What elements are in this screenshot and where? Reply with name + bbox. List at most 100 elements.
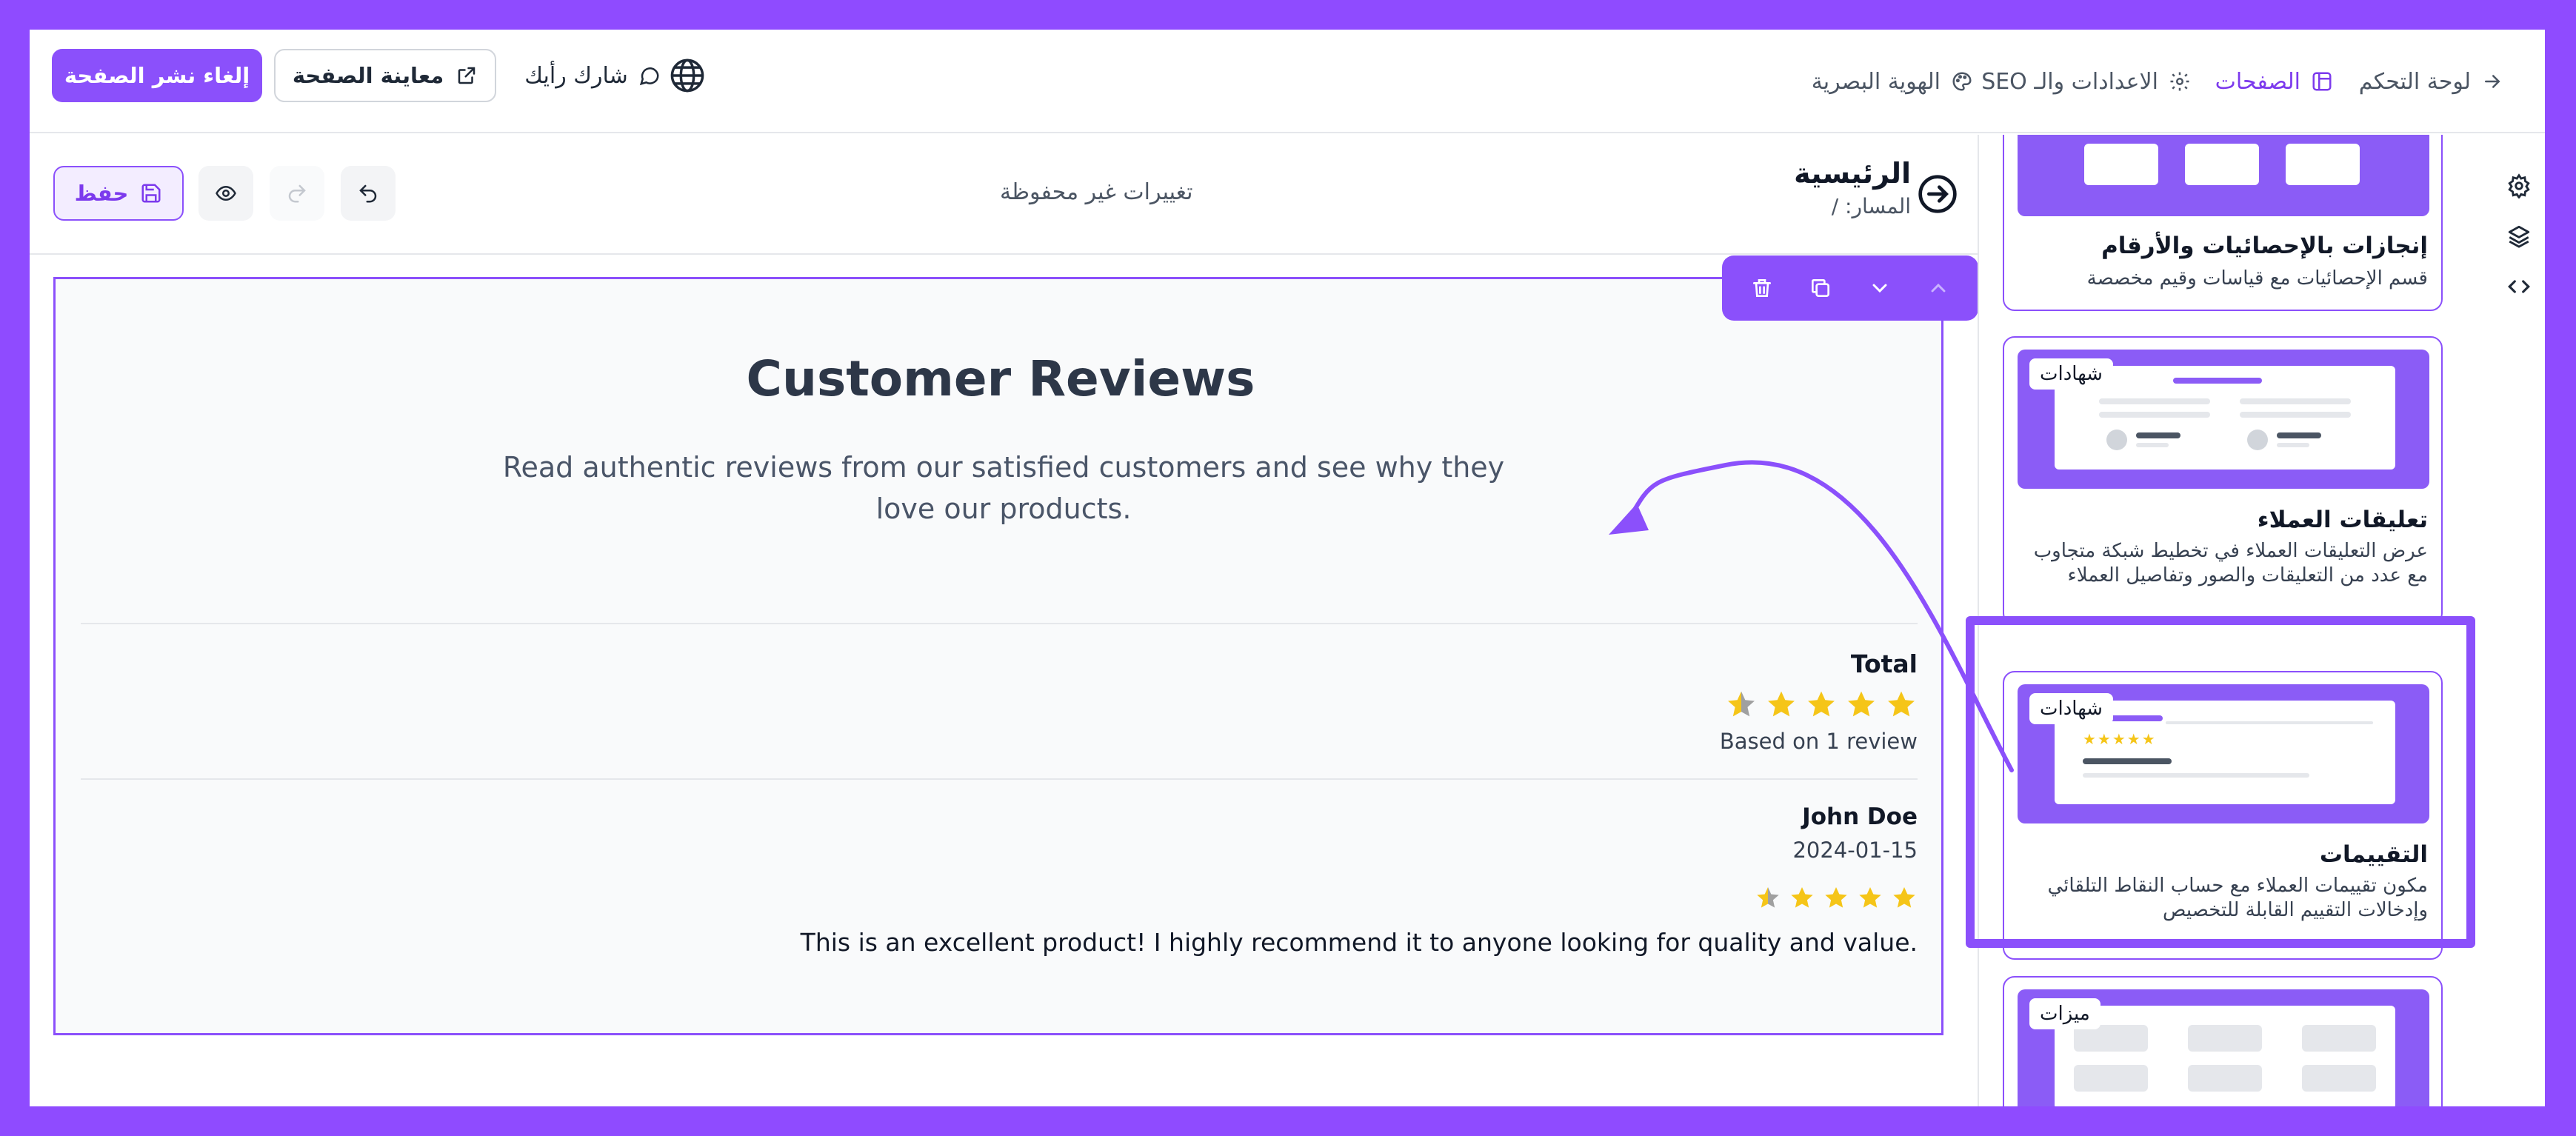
- star-icon: [1768, 691, 1795, 717]
- card-tag: ميزات: [2029, 998, 2100, 1029]
- card-description: قسم الإحصائيات مع قياسات وقيم مخصصة: [2086, 267, 2428, 290]
- chevron-down-icon[interactable]: [1868, 276, 1892, 300]
- thumb-line: [2099, 412, 2210, 418]
- editor-header: الرئيسية المسار: / تغييرات غير محفوظة حف…: [30, 135, 1978, 255]
- thumb-line: [2240, 412, 2351, 418]
- review-item: John Doe 2024-01-15 This is an excellent…: [801, 803, 1918, 957]
- unpublish-page-button[interactable]: إلغاء نشر الصفحة: [52, 49, 262, 102]
- unsaved-changes-status: تغييرات غير محفوظة: [1000, 179, 1193, 205]
- page-title: الرئيسية: [1794, 157, 1911, 190]
- share-feedback-label: شارك رأيك: [524, 62, 628, 89]
- editor-canvas: Customer Reviews Read authentic reviews …: [30, 255, 1978, 1106]
- thumb-block: [2188, 1025, 2262, 1052]
- thumb-line: [2277, 443, 2309, 447]
- external-link-icon: [458, 67, 476, 84]
- star-icon: [1848, 691, 1875, 717]
- globe-icon[interactable]: [668, 56, 707, 95]
- page-title-group: الرئيسية المسار: /: [1794, 157, 1911, 218]
- nav-pages-label: الصفحات: [2215, 68, 2300, 95]
- thumb-block: [2302, 1065, 2376, 1092]
- save-button[interactable]: حفظ: [53, 166, 184, 221]
- selection-highlight: [1966, 616, 2475, 948]
- thumb-line: [2240, 398, 2351, 404]
- section-card-features[interactable]: ميزات: [2003, 976, 2443, 1106]
- unpublish-page-label: إلغاء نشر الصفحة: [64, 63, 250, 88]
- thumb-block: [2188, 1065, 2262, 1092]
- total-based-on: Based on 1 review: [1719, 729, 1918, 754]
- star-icon: [1791, 887, 1813, 908]
- reviews-section[interactable]: Customer Reviews Read authentic reviews …: [53, 255, 1978, 1035]
- copy-icon[interactable]: [1809, 276, 1832, 300]
- thumb-block: [2302, 1025, 2376, 1052]
- code-icon[interactable]: [2506, 274, 2532, 299]
- thumb-block: [2084, 144, 2158, 185]
- trash-icon[interactable]: [1750, 276, 1774, 300]
- card-thumbnail: شهادات: [2018, 350, 2429, 489]
- share-feedback-button[interactable]: شارك رأيك: [518, 49, 667, 102]
- review-rating-stars: [801, 885, 1918, 912]
- review-date: 2024-01-15: [1792, 838, 1918, 863]
- thumb-line: [2173, 378, 2262, 384]
- undo-button[interactable]: [341, 166, 396, 221]
- card-thumbnail: [2018, 135, 2429, 216]
- thumb-block: [2185, 144, 2259, 185]
- review-text: This is an excellent product! I highly r…: [800, 928, 1918, 957]
- gear-icon: [2170, 72, 2189, 91]
- star-icon: [1808, 691, 1835, 717]
- redo-icon: [288, 184, 306, 203]
- thumb-avatar: [2106, 430, 2127, 450]
- star-icon: [1893, 887, 1915, 908]
- top-navigation-bar: لوحة التحكم الصفحات الاعدادات والـ SEO ا…: [30, 30, 2545, 133]
- redo-button[interactable]: [270, 166, 324, 221]
- preview-page-button[interactable]: معاينة الصفحة: [274, 49, 496, 102]
- nav-seo-settings[interactable]: الاعدادات والـ SEO: [1981, 61, 2191, 102]
- section-toolbar: [1722, 255, 1978, 321]
- section-card-testimonials[interactable]: شهادات تعليقات العملاء عرض التعليقات الع…: [2003, 336, 2443, 625]
- nav-brand-identity[interactable]: الهوية البصرية: [1812, 61, 1973, 102]
- save-icon: [141, 184, 161, 203]
- thumb-line: [2277, 432, 2321, 438]
- card-tag: شهادات: [2029, 358, 2113, 390]
- total-rating-summary: Total Based on 1 review: [1720, 649, 1918, 754]
- reviews-subtitle: Read authentic reviews from our satisfie…: [502, 451, 1505, 525]
- star-icon: [1728, 691, 1755, 717]
- star-icon: [1859, 887, 1881, 908]
- card-title: تعليقات العملاء: [2257, 507, 2428, 533]
- star-icon: [1757, 887, 1779, 908]
- thumb-avatar: [2247, 430, 2268, 450]
- section-card-statistics[interactable]: إنجازات بالإحصائيات والأرقام قسم الإحصائ…: [2003, 135, 2443, 311]
- thumb-line: [2136, 443, 2169, 447]
- preview-page-label: معاينة الصفحة: [292, 63, 444, 88]
- reviewer-name: John Doe: [1802, 803, 1918, 830]
- total-label: Total: [1850, 649, 1918, 678]
- divider: [81, 623, 1918, 624]
- eye-icon: [216, 185, 236, 201]
- right-icon-rail: [2493, 135, 2545, 1106]
- nav-dashboard-label: لوحة التحكم: [2358, 68, 2471, 95]
- card-description: عرض التعليقات العملاء في تخطيط شبكة متجا…: [2033, 540, 2428, 587]
- thumb-line: [2136, 432, 2180, 438]
- divider: [81, 778, 1918, 780]
- arrow-right-circle-icon[interactable]: [1917, 173, 1958, 215]
- undo-icon: [359, 184, 377, 203]
- arrow-right-icon: [2485, 75, 2500, 88]
- nav-brand-identity-label: الهوية البصرية: [1811, 68, 1941, 95]
- star-icon: [1825, 887, 1847, 908]
- thumb-line: [2099, 398, 2210, 404]
- settings-icon[interactable]: [2506, 173, 2532, 198]
- chevron-up-icon[interactable]: [1926, 276, 1950, 300]
- card-title: إنجازات بالإحصائيات والأرقام: [2101, 233, 2428, 259]
- preview-toggle-button[interactable]: [198, 166, 253, 221]
- card-thumbnail: ميزات: [2018, 989, 2429, 1106]
- thumb-block: [2074, 1065, 2148, 1092]
- nav-pages[interactable]: الصفحات: [2215, 61, 2333, 102]
- total-rating-stars: [1720, 689, 1918, 721]
- palette-icon: [1952, 72, 1972, 91]
- layers-icon[interactable]: [2506, 224, 2532, 249]
- message-circle-icon: [639, 67, 659, 86]
- save-label: حفظ: [74, 181, 129, 206]
- thumb-block: [2286, 144, 2360, 185]
- page-path: المسار: /: [1831, 194, 1911, 218]
- star-icon: [1888, 691, 1915, 717]
- nav-dashboard[interactable]: لوحة التحكم: [2359, 61, 2503, 102]
